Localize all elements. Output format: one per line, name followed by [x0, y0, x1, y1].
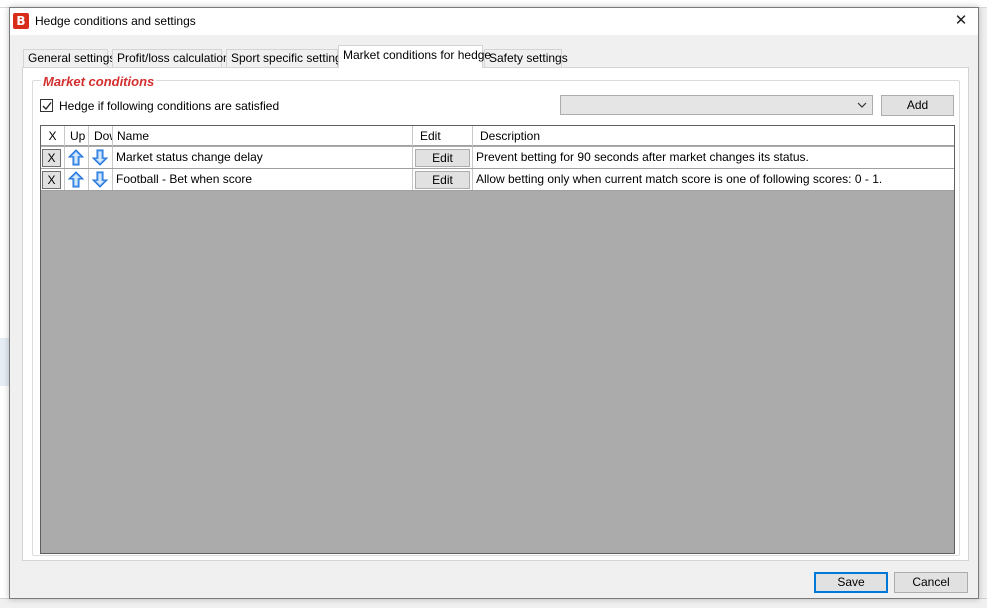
- grid-header: X Up Dow Name Edit Description: [41, 126, 954, 146]
- hedge-conditions-checkbox[interactable]: [40, 99, 53, 112]
- tab-label: Sport specific settings: [231, 51, 348, 65]
- edit-cell: Edit: [413, 169, 473, 190]
- arrow-down-icon[interactable]: [92, 149, 108, 166]
- edit-condition-button[interactable]: Edit: [415, 171, 470, 189]
- column-header-name[interactable]: Name: [113, 126, 413, 146]
- condition-name: Football - Bet when score: [113, 169, 413, 190]
- move-down-cell: [89, 169, 113, 190]
- hedge-conditions-label: Hedge if following conditions are satisf…: [59, 99, 280, 113]
- background-status-strip: [0, 598, 987, 608]
- close-button[interactable]: ✕: [944, 8, 978, 35]
- tab-profit-loss-calculation[interactable]: Profit/loss calculation: [112, 49, 230, 67]
- column-header-down[interactable]: Dow: [89, 126, 113, 146]
- title-bar: B Hedge conditions and settings ✕: [10, 8, 978, 35]
- add-condition-button[interactable]: Add: [881, 95, 954, 116]
- column-header-edit[interactable]: Edit: [413, 126, 473, 146]
- tab-label: Profit/loss calculation: [117, 51, 230, 65]
- arrow-up-icon[interactable]: [68, 149, 84, 166]
- column-header-x[interactable]: X: [41, 126, 65, 146]
- column-header-up[interactable]: Up: [65, 126, 89, 146]
- condition-description: Prevent betting for 90 seconds after mar…: [476, 150, 809, 164]
- dialog-title: Hedge conditions and settings: [35, 14, 196, 28]
- move-down-cell: [89, 147, 113, 168]
- tab-market-conditions-for-hedge[interactable]: Market conditions for hedge: [338, 45, 491, 68]
- chevron-down-icon: [857, 102, 867, 108]
- app-logo-icon: B: [13, 13, 29, 29]
- arrow-up-icon[interactable]: [68, 171, 84, 188]
- market-conditions-title: Market conditions: [41, 74, 157, 89]
- condition-type-dropdown[interactable]: [560, 95, 873, 115]
- conditions-grid: X Up Dow Name Edit Description X Market …: [40, 125, 955, 554]
- tab-general-settings[interactable]: General settings: [23, 49, 115, 67]
- edit-cell: Edit: [413, 147, 473, 168]
- tab-label: Safety settings: [489, 51, 568, 65]
- delete-cell: X: [41, 169, 65, 190]
- move-up-cell: [65, 169, 89, 190]
- table-row[interactable]: X Market status change delay Edit Preven…: [41, 147, 954, 169]
- condition-name: Market status change delay: [113, 147, 413, 168]
- edit-condition-button[interactable]: Edit: [415, 149, 470, 167]
- tab-safety-settings[interactable]: Safety settings: [484, 49, 568, 67]
- delete-row-button[interactable]: X: [42, 149, 61, 167]
- table-row[interactable]: X Football - Bet when score Edit Allow b…: [41, 169, 954, 191]
- delete-cell: X: [41, 147, 65, 168]
- condition-description: Allow betting only when current match sc…: [476, 172, 883, 186]
- checkmark-icon: [42, 102, 52, 111]
- tab-label: General settings: [28, 51, 116, 65]
- cancel-button[interactable]: Cancel: [894, 572, 968, 593]
- tab-sport-specific-settings[interactable]: Sport specific settings: [226, 49, 348, 67]
- move-up-cell: [65, 147, 89, 168]
- delete-row-button[interactable]: X: [42, 171, 61, 189]
- tab-label: Market conditions for hedge: [343, 48, 492, 62]
- save-button[interactable]: Save: [814, 572, 888, 593]
- column-header-description[interactable]: Description: [473, 126, 954, 146]
- arrow-down-icon[interactable]: [92, 171, 108, 188]
